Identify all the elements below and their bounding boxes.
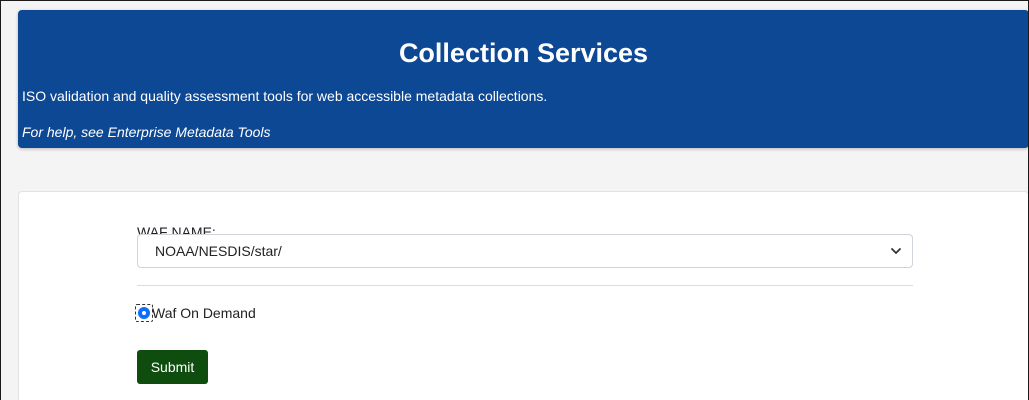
form-card: WAF NAME: NOAA/NESDIS/star/ Waf On Deman… — [18, 191, 1028, 400]
waf-name-selected-value: NOAA/NESDIS/star/ — [155, 243, 282, 259]
waf-name-select[interactable]: NOAA/NESDIS/star/ — [137, 234, 913, 268]
header-banner: Collection Services ISO validation and q… — [18, 10, 1028, 148]
help-text: For help, see Enterprise Metadata Tools — [22, 124, 271, 140]
chevron-down-icon — [891, 248, 901, 254]
page-subtitle: ISO validation and quality assessment to… — [22, 88, 548, 104]
divider — [137, 285, 913, 286]
submit-button[interactable]: Submit — [137, 350, 208, 384]
page-frame: Collection Services ISO validation and q… — [0, 0, 1029, 400]
radio-selected-indicator — [138, 307, 150, 319]
page-title: Collection Services — [398, 38, 649, 68]
waf-on-demand-label: Waf On Demand — [152, 305, 256, 321]
waf-on-demand-radio[interactable] — [135, 304, 153, 322]
